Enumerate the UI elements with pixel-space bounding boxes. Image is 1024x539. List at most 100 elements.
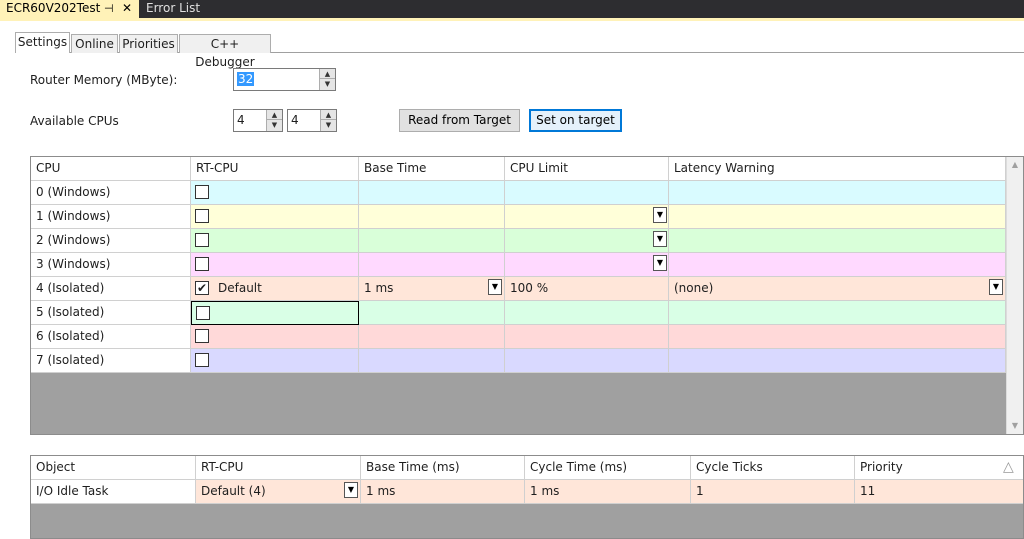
dropdown-arrow-icon[interactable]: ▼ [653,207,667,223]
latency-warning-cell[interactable]: (none) ▼ [669,277,1006,301]
tab-priorities[interactable]: Priorities [119,34,178,53]
column-header-cycle-ticks[interactable]: Cycle Ticks [691,456,855,480]
latency-warning-cell[interactable] [669,205,1006,229]
column-header-cpu[interactable]: CPU [31,157,191,181]
column-header-priority[interactable]: Priority [855,456,1023,480]
cycle-ticks-cell[interactable]: 1 [691,480,855,504]
base-time-cell[interactable]: 1 ms [361,480,525,504]
base-time-cell[interactable] [359,253,505,277]
available-cpus-stepper-2[interactable]: 4 ▲ ▼ [287,109,337,132]
column-header-latency-warning[interactable]: Latency Warning [669,157,1006,181]
chevron-down-icon[interactable]: ▼ [320,79,335,90]
rt-cpu-checkbox[interactable] [195,329,209,343]
dropdown-arrow-icon[interactable]: ▼ [488,279,502,295]
chevron-down-icon[interactable]: ▼ [321,120,336,131]
available-cpus-value-2[interactable]: 4 [291,113,299,127]
cpu-limit-cell[interactable]: ▼ [505,253,669,277]
rt-cpu-cell[interactable]: ✔ Default [191,277,359,301]
base-time-cell[interactable]: 1 ms ▼ [359,277,505,301]
cpu-limit-cell[interactable] [505,349,669,373]
row-header-cpu[interactable]: 3 (Windows) [31,253,191,277]
tab-settings[interactable]: Settings [15,32,70,53]
chevron-up-icon[interactable]: ▲ [320,69,335,79]
cpu-limit-cell[interactable]: ▼ [505,229,669,253]
close-icon[interactable]: ✕ [122,0,134,17]
latency-warning-cell[interactable] [669,229,1006,253]
rt-cpu-cell[interactable] [191,301,359,325]
chevron-up-icon[interactable]: ▲ [321,110,336,120]
cpu-limit-cell[interactable] [505,325,669,349]
cpu-limit-cell[interactable]: 100 % [505,277,669,301]
doc-tab-ecr60v202test[interactable]: ECR60V202Test ⊣ ✕ [0,0,139,18]
cycle-time-cell[interactable]: 1 ms [525,480,691,504]
row-header-cpu[interactable]: 5 (Isolated) [31,301,191,325]
priority-cell[interactable]: 11 [855,480,1023,504]
base-time-cell[interactable] [359,325,505,349]
rt-cpu-checkbox[interactable] [195,353,209,367]
router-memory-value[interactable]: 32 [237,72,255,86]
chevron-up-icon[interactable]: ▲ [267,110,282,120]
row-header-cpu[interactable]: 1 (Windows) [31,205,191,229]
row-header-cpu[interactable]: 0 (Windows) [31,181,191,205]
pin-icon[interactable]: ⊣ [104,0,116,17]
dropdown-arrow-icon[interactable]: ▼ [989,279,1003,295]
base-time-cell[interactable] [359,181,505,205]
cpu-limit-cell[interactable]: ▼ [505,205,669,229]
rt-cpu-value: Default (4) [201,484,266,498]
column-header-cycle-time-ms[interactable]: Cycle Time (ms) [525,456,691,480]
rt-cpu-cell[interactable] [191,349,359,373]
rt-cpu-cell[interactable] [191,229,359,253]
base-time-cell[interactable] [359,301,505,325]
router-memory-stepper[interactable]: 32 ▲ ▼ [233,68,336,91]
latency-warning-cell[interactable] [669,325,1006,349]
chevron-up-icon[interactable]: ▲ [1007,157,1023,173]
dropdown-arrow-icon[interactable]: ▼ [344,482,358,498]
rt-cpu-checkbox[interactable] [196,306,210,320]
column-header-rt-cpu[interactable]: RT-CPU [196,456,361,480]
row-header-cpu[interactable]: 2 (Windows) [31,229,191,253]
rt-cpu-cell[interactable] [191,181,359,205]
doc-tab-error-list[interactable]: Error List [140,0,230,18]
dropdown-arrow-icon[interactable]: ▼ [653,255,667,271]
cpu-grid-scrollbar[interactable]: ▲ ▼ [1006,157,1023,434]
row-header-cpu[interactable]: 4 (Isolated) [31,277,191,301]
latency-warning-cell[interactable] [669,349,1006,373]
cpu-limit-cell[interactable] [505,301,669,325]
rt-cpu-checkbox[interactable] [195,233,209,247]
latency-warning-cell[interactable] [669,301,1006,325]
latency-warning-cell[interactable] [669,253,1006,277]
read-from-target-button[interactable]: Read from Target [399,109,520,132]
rt-cpu-cell[interactable] [191,205,359,229]
base-time-cell[interactable] [359,349,505,373]
rt-cpu-checkbox[interactable] [195,185,209,199]
column-header-base-time[interactable]: Base Time [359,157,505,181]
row-header-cpu[interactable]: 6 (Isolated) [31,325,191,349]
doc-tab-title: Error List [146,1,201,15]
column-header-base-time-ms[interactable]: Base Time (ms) [361,456,525,480]
object-cell[interactable]: I/O Idle Task [31,480,196,504]
tab-cpp-debugger[interactable]: C++ Debugger [179,34,271,69]
column-header-rt-cpu[interactable]: RT-CPU [191,157,359,181]
rt-cpu-cell[interactable] [191,253,359,277]
table-row: 3 (Windows) ▼ [31,253,1006,277]
row-header-cpu[interactable]: 7 (Isolated) [31,349,191,373]
available-cpus-value-1[interactable]: 4 [237,113,245,127]
set-on-target-button[interactable]: Set on target [529,109,622,132]
rt-cpu-checkbox[interactable] [195,257,209,271]
column-header-cpu-limit[interactable]: CPU Limit [505,157,669,181]
rt-cpu-checkbox[interactable]: ✔ [195,281,209,295]
rt-cpu-cell[interactable]: Default (4) ▼ [196,480,361,504]
cpu-limit-cell[interactable] [505,181,669,205]
base-time-cell[interactable] [359,205,505,229]
dropdown-arrow-icon[interactable]: ▼ [653,231,667,247]
available-cpus-stepper-1[interactable]: 4 ▲ ▼ [233,109,283,132]
sort-ascending-icon[interactable]: △ [1003,459,1014,475]
rt-cpu-checkbox[interactable] [195,209,209,223]
chevron-down-icon[interactable]: ▼ [1007,418,1023,434]
rt-cpu-cell[interactable] [191,325,359,349]
latency-warning-cell[interactable] [669,181,1006,205]
chevron-down-icon[interactable]: ▼ [267,120,282,131]
base-time-cell[interactable] [359,229,505,253]
tab-online[interactable]: Online [71,34,118,53]
column-header-object[interactable]: Object [31,456,196,480]
